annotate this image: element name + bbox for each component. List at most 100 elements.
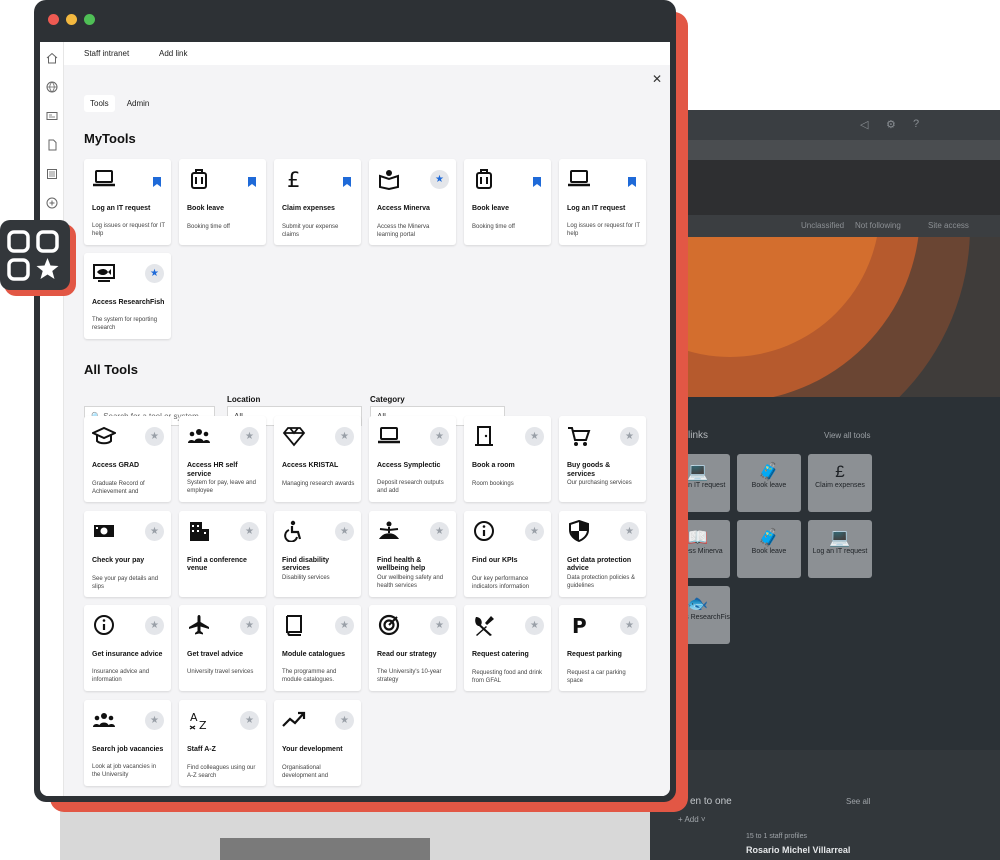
bookmark-icon[interactable] — [248, 174, 256, 187]
tool-description: The programme and module catalogues. — [282, 669, 337, 683]
star-icon[interactable]: ★ — [430, 521, 449, 541]
star-icon[interactable]: ★ — [335, 427, 354, 446]
star-icon[interactable]: ★ — [335, 710, 354, 730]
tool-title: Find disability services — [282, 556, 330, 573]
star-icon[interactable]: ★ — [620, 616, 639, 635]
bookmark-icon[interactable] — [533, 174, 541, 187]
list-icon[interactable] — [46, 168, 58, 180]
tool-card[interactable]: Log an IT request Log issues or request f… — [84, 159, 171, 245]
background-meet-title: en to one — [690, 796, 732, 807]
news-icon[interactable] — [46, 110, 58, 122]
tool-card[interactable]: P ★ Request parking Request a car parking s… — [559, 605, 646, 691]
star-icon[interactable]: ★ — [525, 521, 544, 541]
minimize-window-button[interactable] — [66, 14, 77, 25]
star-icon[interactable]: ★ — [145, 616, 164, 635]
background-tile: 💻 Log an IT request — [808, 520, 872, 578]
main-window: Staff intranet Add link ✕ Tools Admin My… — [34, 0, 676, 802]
tools-panel: ✕ Tools Admin MyTools Log an IT request L… — [64, 65, 670, 796]
tool-card[interactable]: Book leave Booking time off — [179, 159, 266, 245]
background-links-title: links — [688, 430, 709, 441]
star-icon[interactable]: ★ — [240, 427, 259, 446]
globe-icon[interactable] — [46, 81, 58, 93]
diamond-icon — [282, 425, 308, 449]
tool-card[interactable]: Log an IT request Log issues or request f… — [559, 159, 646, 245]
tool-description: Managing research awards — [282, 481, 355, 487]
tool-card[interactable]: ★ Your development Organisational developm… — [274, 699, 361, 786]
nav-add-link[interactable]: Add link — [159, 49, 187, 58]
tab-admin[interactable]: Admin — [121, 95, 156, 112]
tool-card[interactable]: £ Claim expenses Submit your expense claim… — [274, 159, 361, 245]
tools-badge — [0, 220, 76, 296]
tool-title: Search job vacancies — [92, 745, 164, 753]
tool-description: Submit your expense claims — [282, 224, 339, 238]
star-icon[interactable]: ★ — [240, 710, 259, 730]
tool-card[interactable]: Book leave Booking time off — [464, 159, 551, 245]
star-icon[interactable]: ★ — [620, 427, 639, 446]
tool-card[interactable]: ★ Find health & wellbeing help Our wellbei… — [369, 510, 456, 597]
tool-card[interactable]: ★ Search job vacancies Look at job vacanci… — [84, 699, 171, 786]
star-icon[interactable]: ★ — [430, 616, 449, 635]
home-icon[interactable] — [46, 52, 58, 64]
nav-staff-intranet[interactable]: Staff intranet — [84, 49, 129, 58]
star-icon[interactable]: ★ — [620, 521, 639, 541]
tool-card[interactable]: ★ Access Minerva Access the Minerva learni… — [369, 159, 456, 245]
star-icon[interactable]: ★ — [145, 521, 164, 541]
tool-card[interactable]: ★ Get insurance advice Insurance advice an… — [84, 605, 171, 691]
tool-card[interactable]: ★ Find our KPIs Our key performance indica… — [464, 510, 551, 597]
bookmark-icon[interactable] — [628, 174, 636, 187]
tool-card[interactable]: ★ Access GRAD Graduate Record of Achieveme… — [84, 416, 171, 502]
tool-card[interactable]: ★ Get data protection advice Data protecti… — [559, 510, 646, 597]
star-icon[interactable]: ★ — [430, 427, 449, 446]
tool-title: Find our KPIs — [472, 556, 518, 564]
follow-status: Not following — [855, 221, 901, 230]
star-icon[interactable]: ★ — [240, 521, 259, 541]
tool-card[interactable]: ★ Find disability services Disability serv… — [274, 510, 361, 597]
tool-description: System for pay, leave and employee — [187, 480, 256, 494]
tool-card[interactable]: ★ Find a conference venue — [179, 510, 266, 597]
tool-card[interactable]: ★ Check your pay See your pay details and … — [84, 510, 171, 597]
tool-card[interactable]: ★ Read our strategy The University's 10-ye… — [369, 605, 456, 691]
pound-icon: £ — [282, 168, 308, 192]
background-banner-art — [650, 237, 1000, 397]
tool-card[interactable]: ★ Access ResearchFish The system for repor… — [84, 253, 171, 339]
tool-description: Insurance advice and information — [92, 669, 150, 683]
tool-card[interactable]: ★ Module catalogues The programme and modu… — [274, 605, 361, 691]
grad-cap-icon — [90, 425, 118, 449]
tool-title: Access ResearchFish — [92, 299, 165, 306]
tab-tools[interactable]: Tools — [84, 95, 115, 112]
star-icon[interactable]: ★ — [335, 521, 354, 541]
background-meta-bar: Unclassified Not following Site access — [650, 215, 1000, 237]
maximize-window-button[interactable] — [84, 14, 95, 25]
tool-title: Log an IT request — [567, 205, 626, 212]
tool-title: Book leave — [187, 205, 224, 212]
tool-card[interactable]: ★ Book a room Room bookings — [464, 416, 551, 502]
classification-label: Unclassified — [801, 221, 845, 230]
star-icon[interactable]: ★ — [525, 427, 544, 446]
star-icon[interactable]: ★ — [525, 616, 544, 635]
star-icon[interactable]: ★ — [240, 616, 259, 635]
category-label: Category — [370, 395, 405, 404]
tool-card[interactable]: ★ Buy goods & services Our purchasing serv… — [559, 416, 646, 502]
add-circle-icon[interactable] — [46, 197, 58, 209]
tool-title: Buy goods & services — [567, 462, 611, 478]
tool-card[interactable]: ★ Access Symplectic Deposit research outpu… — [369, 416, 456, 502]
tool-title: Get data protection advice — [567, 556, 632, 573]
bookmark-icon[interactable] — [153, 174, 161, 187]
tool-description: Deposit research outputs and add — [377, 480, 444, 494]
tool-card[interactable]: ★ Access KRISTAL Managing research awards — [274, 416, 361, 502]
book-icon — [282, 614, 308, 638]
star-icon[interactable]: ★ — [145, 710, 164, 730]
tool-card[interactable]: ★ Access HR self service System for pay, l… — [179, 416, 266, 502]
star-icon[interactable]: ★ — [430, 170, 449, 189]
star-icon[interactable]: ★ — [145, 264, 164, 283]
tool-card[interactable]: ★ Request catering Requesting food and dri… — [464, 605, 551, 691]
tool-card[interactable]: ★ Get travel advice University travel serv… — [179, 605, 266, 691]
star-icon[interactable]: ★ — [335, 616, 354, 635]
bookmark-icon[interactable] — [343, 174, 351, 187]
document-icon[interactable] — [46, 139, 58, 151]
tool-card[interactable]: A Z ★ Staff A-Z Find colleagues using our A-… — [179, 699, 266, 786]
close-window-button[interactable] — [48, 14, 59, 25]
star-icon[interactable]: ★ — [145, 427, 164, 446]
close-icon[interactable]: ✕ — [652, 72, 662, 86]
tool-title: Module catalogues — [282, 651, 346, 658]
